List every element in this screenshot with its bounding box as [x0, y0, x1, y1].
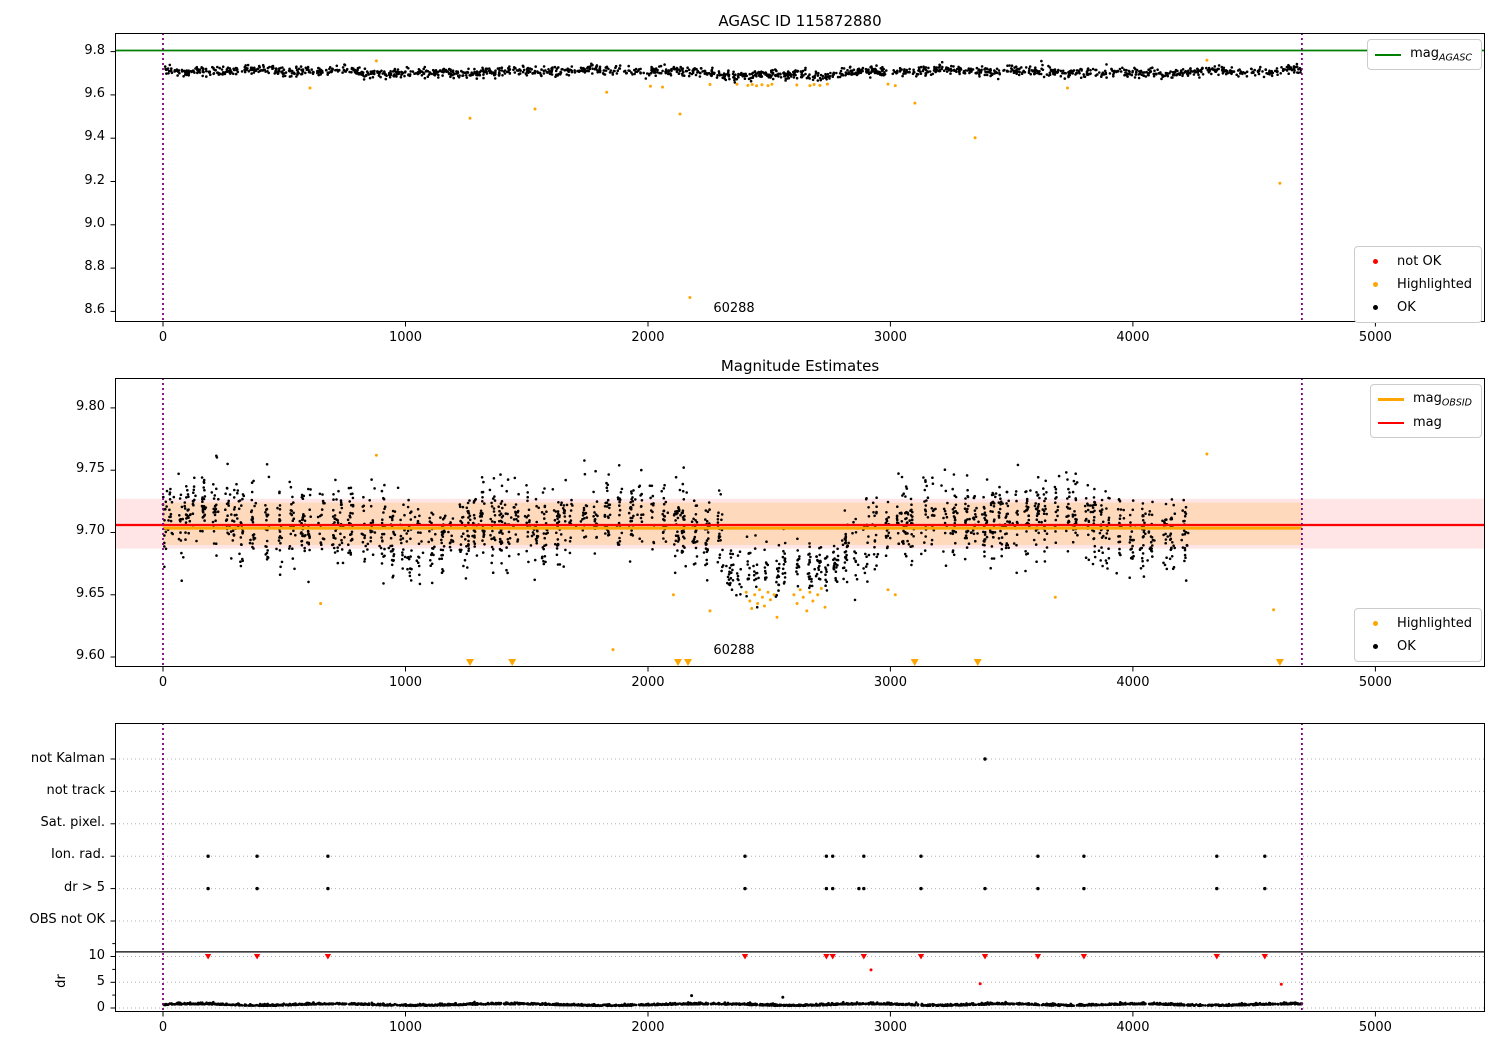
orange-line-swatch — [1378, 398, 1404, 401]
legend-label-not-ok: not OK — [1397, 254, 1441, 269]
ax3-gridlines — [115, 759, 1485, 1008]
ax1-highlighted-scatter — [309, 59, 1282, 299]
legend-entry-ok-2: OK — [1362, 635, 1472, 658]
red-line-swatch — [1378, 422, 1404, 424]
legend-entry-highlighted-2: Highlighted — [1362, 612, 1472, 635]
obsid-annotation-middle: 60288 — [689, 643, 779, 658]
legend-label-mag: mag — [1413, 415, 1442, 430]
legend-label-ok: OK — [1397, 300, 1416, 315]
flag-label-ion-rad: Ion. rad. — [0, 847, 105, 863]
ax1-ok-scatter — [164, 60, 1302, 84]
legend-entry-mag: mag — [1378, 411, 1472, 434]
red-dot-swatch — [1362, 259, 1388, 264]
flag-label-not-track: not track — [0, 783, 105, 799]
legend-markers-top: not OK Highlighted OK — [1354, 246, 1482, 323]
ax2-clipped-low-triangles — [466, 659, 1284, 666]
legend-label-mag-agasc: magAGASC — [1410, 46, 1472, 64]
dr-tick-5: 5 — [0, 974, 105, 990]
legend-mag-lines: magOBSID mag — [1370, 384, 1482, 438]
dr-red-points — [870, 968, 1283, 985]
obs-range-vlines-2 — [163, 723, 1302, 1012]
flag-label-obs-not-ok: OBS not OK — [0, 912, 105, 928]
flag-label-sat-pixel: Sat. pixel. — [0, 815, 105, 831]
top-plot-title: AGASC ID 115872880 — [115, 12, 1485, 30]
axes-frame-2 — [116, 724, 1485, 1017]
orange-dot-swatch — [1362, 621, 1388, 626]
dr-axis-label: dr — [54, 963, 70, 999]
legend-label-mag-obsid: magOBSID — [1413, 391, 1472, 409]
legend-entry-mag-obsid: magOBSID — [1378, 388, 1472, 411]
figure-canvas: 0100020003000400050009.89.69.49.29.08.88… — [0, 0, 1500, 1050]
legend-label-ok-2: OK — [1397, 639, 1416, 654]
obsid-annotation-top: 60288 — [689, 301, 779, 316]
middle-plot-title: Magnitude Estimates — [115, 357, 1485, 375]
legend-markers-middle: Highlighted OK — [1354, 608, 1482, 662]
dr-scatter — [162, 1001, 1303, 1007]
black-dot-swatch — [1362, 644, 1388, 649]
dr-black-outliers — [690, 994, 784, 999]
legend-label-highlighted: Highlighted — [1397, 277, 1472, 292]
legend-label-highlighted-2: Highlighted — [1397, 616, 1472, 631]
flag-label-dr-gt-5: dr > 5 — [0, 880, 105, 896]
legend-entry-highlighted: Highlighted — [1362, 273, 1472, 296]
ax2-highlighted-scatter — [319, 453, 1275, 652]
legend-entry-ok: OK — [1362, 296, 1472, 319]
black-dot-swatch — [1362, 305, 1388, 310]
flag-label-not-kalman: not Kalman — [0, 751, 105, 767]
ax2-error-bands — [115, 499, 1485, 549]
dr-tick-10: 10 — [0, 948, 105, 964]
legend-entry-mag-agasc: magAGASC — [1375, 43, 1472, 66]
dr-tick-0: 0 — [0, 1000, 105, 1016]
green-line-swatch — [1375, 54, 1401, 56]
orange-dot-swatch — [1362, 282, 1388, 287]
legend-entry-not-ok: not OK — [1362, 250, 1472, 273]
dr-red-clipped-triangles — [205, 954, 1268, 960]
legend-mag-agasc: magAGASC — [1367, 39, 1482, 70]
charts-svg — [0, 0, 1500, 1050]
ax3-left-ticks — [111, 759, 116, 1008]
